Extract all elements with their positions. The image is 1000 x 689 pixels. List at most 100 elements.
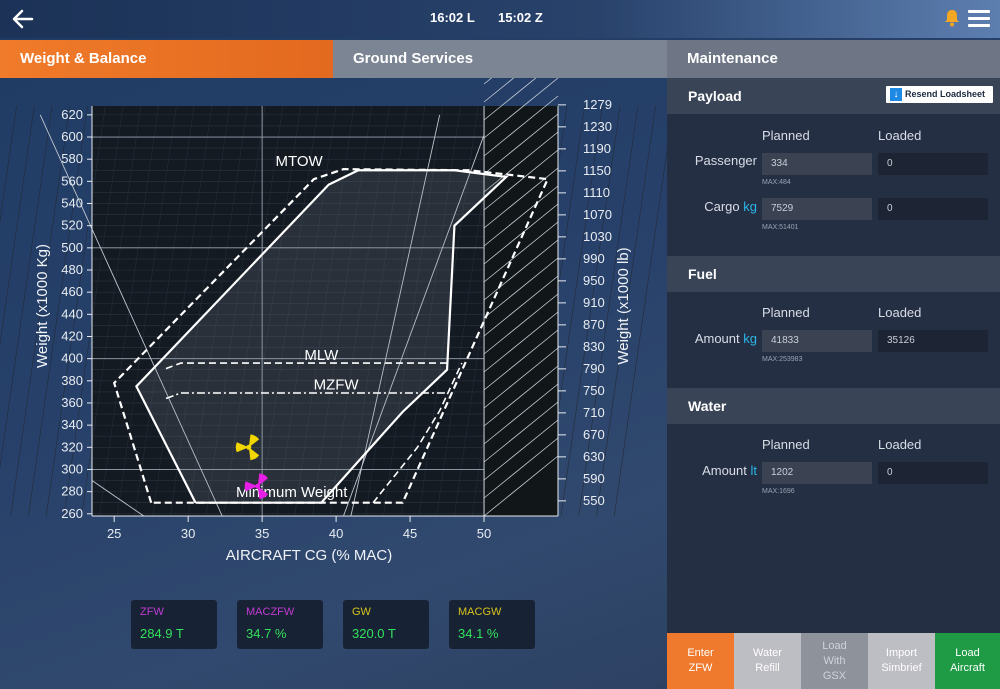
stat-gw: GW 320.0 T xyxy=(343,600,429,649)
left-tick-label: 560 xyxy=(61,173,83,188)
right-tick-label: 630 xyxy=(583,449,605,464)
fuel-loaded-header: Loaded xyxy=(878,305,922,320)
load-aircraft-label: Load Aircraft xyxy=(950,646,985,676)
planned-header: Planned xyxy=(762,128,810,143)
passenger-planned-input[interactable]: 334 xyxy=(762,153,872,175)
x-tick-label: 50 xyxy=(477,526,491,541)
btn-line: Load xyxy=(822,639,847,652)
stat-maczfw: MACZFW 34.7 % xyxy=(237,600,323,649)
cargo-loaded-input[interactable]: 0 xyxy=(878,198,988,220)
left-tick-label: 280 xyxy=(61,484,83,499)
fuel-amount-label-text: Amount xyxy=(694,331,740,346)
resend-loadsheet-label: Resend Loadsheet xyxy=(905,89,986,99)
cargo-label: Cargo kg xyxy=(667,199,757,214)
enter-zfw-button[interactable]: Enter ZFW xyxy=(667,633,734,689)
local-time: 16:02 L xyxy=(430,10,475,25)
left-tick-label: 260 xyxy=(61,506,83,521)
hatch-line xyxy=(483,78,493,85)
resend-loadsheet-button[interactable]: ↓ Resend Loadsheet xyxy=(886,86,993,103)
right-tick-label: 1070 xyxy=(583,207,612,222)
load-with-gsx-label: Load With GSX xyxy=(822,639,846,684)
left-tick-label: 540 xyxy=(61,196,83,211)
left-tick-label: 320 xyxy=(61,439,83,454)
cargo-label-text: Cargo xyxy=(704,199,740,214)
load-panel: Payload ↓ Resend Loadsheet Planned Loade… xyxy=(667,78,1000,633)
stat-label: ZFW xyxy=(140,606,164,618)
hamburger-menu-icon[interactable] xyxy=(968,10,990,28)
cargo-planned-input[interactable]: 7529 xyxy=(762,198,872,220)
x-axis-title: AIRCRAFT CG (% MAC) xyxy=(226,547,392,564)
right-tick-label: 710 xyxy=(583,405,605,420)
water-refill-label: Water Refill xyxy=(753,646,782,676)
water-loaded-input[interactable]: 0 xyxy=(878,462,988,484)
tab-maintenance[interactable]: Maintenance xyxy=(667,40,1000,78)
left-tick-label: 300 xyxy=(61,461,83,476)
marker-center xyxy=(255,483,261,489)
left-tick-label: 360 xyxy=(61,395,83,410)
water-planned-input[interactable]: 1202 xyxy=(762,462,872,484)
btn-line: Load xyxy=(955,647,980,659)
load-aircraft-button[interactable]: Load Aircraft xyxy=(935,633,1000,689)
bell-icon[interactable] xyxy=(944,9,960,27)
envelope-label: MTOW xyxy=(276,153,324,170)
tab-ground-services[interactable]: Ground Services xyxy=(333,40,667,78)
back-arrow-icon[interactable] xyxy=(10,6,36,32)
fuel-loaded-input[interactable]: 35126 xyxy=(878,330,988,352)
left-tick-label: 340 xyxy=(61,417,83,432)
left-tick-label: 460 xyxy=(61,284,83,299)
stat-value: 320.0 T xyxy=(352,626,396,641)
right-tick-label: 790 xyxy=(583,361,605,376)
fuel-title: Fuel xyxy=(688,266,717,282)
right-tick-label: 1150 xyxy=(583,163,611,178)
stat-zfw: ZFW 284.9 T xyxy=(131,600,217,649)
left-tick-label: 500 xyxy=(61,240,83,255)
import-simbrief-label: Import Simbrief xyxy=(881,646,921,676)
fuel-planned-header: Planned xyxy=(762,305,810,320)
right-tick-label: 950 xyxy=(583,273,605,288)
right-tick-label: 1279 xyxy=(583,97,612,112)
passenger-loaded-input[interactable]: 0 xyxy=(878,153,988,175)
right-tick-label: 990 xyxy=(583,251,605,266)
water-title: Water xyxy=(688,398,727,414)
stat-value: 284.9 T xyxy=(140,626,184,641)
y-axis-title-left: Weight (x1000 Kg) xyxy=(34,244,51,368)
water-planned-header: Planned xyxy=(762,437,810,452)
water-header: Water xyxy=(667,388,1000,424)
marker-center xyxy=(246,444,252,450)
passenger-max: MAX:484 xyxy=(762,179,791,186)
load-with-gsx-button[interactable]: Load With GSX xyxy=(801,633,868,689)
tab-weight-balance[interactable]: Weight & Balance xyxy=(0,40,333,78)
envelope-label: MLW xyxy=(304,347,339,364)
left-tick-label: 440 xyxy=(61,306,83,321)
right-tick-label: 870 xyxy=(583,317,605,332)
cargo-unit: kg xyxy=(743,199,757,214)
right-tick-label: 910 xyxy=(583,295,605,310)
right-tick-label: 1230 xyxy=(583,119,612,134)
left-tick-label: 400 xyxy=(61,351,83,366)
left-tick-label: 620 xyxy=(61,107,83,122)
btn-line: GSX xyxy=(822,669,847,682)
left-tick-label: 580 xyxy=(61,151,83,166)
x-tick-label: 25 xyxy=(107,526,121,541)
cg-envelope-chart: 620 600 580 560 540 520 500 480 460 440 420 400 380 3… xyxy=(0,78,667,564)
fuel-max: MAX:253983 xyxy=(762,356,803,363)
btn-line: Refill xyxy=(755,662,780,674)
left-tick-label: 600 xyxy=(61,129,83,144)
btn-line: Water xyxy=(753,647,782,659)
fuel-planned-input[interactable]: 41833 xyxy=(762,330,872,352)
stat-label: GW xyxy=(352,606,371,618)
right-tick-label: 1110 xyxy=(583,185,610,200)
payload-header: Payload ↓ Resend Loadsheet xyxy=(667,78,1000,114)
btn-line: Simbrief xyxy=(881,662,922,674)
right-tick-label: 750 xyxy=(583,383,605,398)
water-amount-label: Amount lt xyxy=(667,463,757,478)
right-tick-label: 1030 xyxy=(583,229,612,244)
passenger-label: Passenger xyxy=(694,153,757,168)
x-tick-label: 45 xyxy=(403,526,417,541)
btn-line: Aircraft xyxy=(950,662,985,674)
water-loaded-header: Loaded xyxy=(878,437,922,452)
forbidden-zone xyxy=(484,106,558,516)
water-refill-button[interactable]: Water Refill xyxy=(734,633,801,689)
import-simbrief-button[interactable]: Import Simbrief xyxy=(868,633,935,689)
y-axis-title-right: Weight (x1000 lb) xyxy=(615,247,632,364)
